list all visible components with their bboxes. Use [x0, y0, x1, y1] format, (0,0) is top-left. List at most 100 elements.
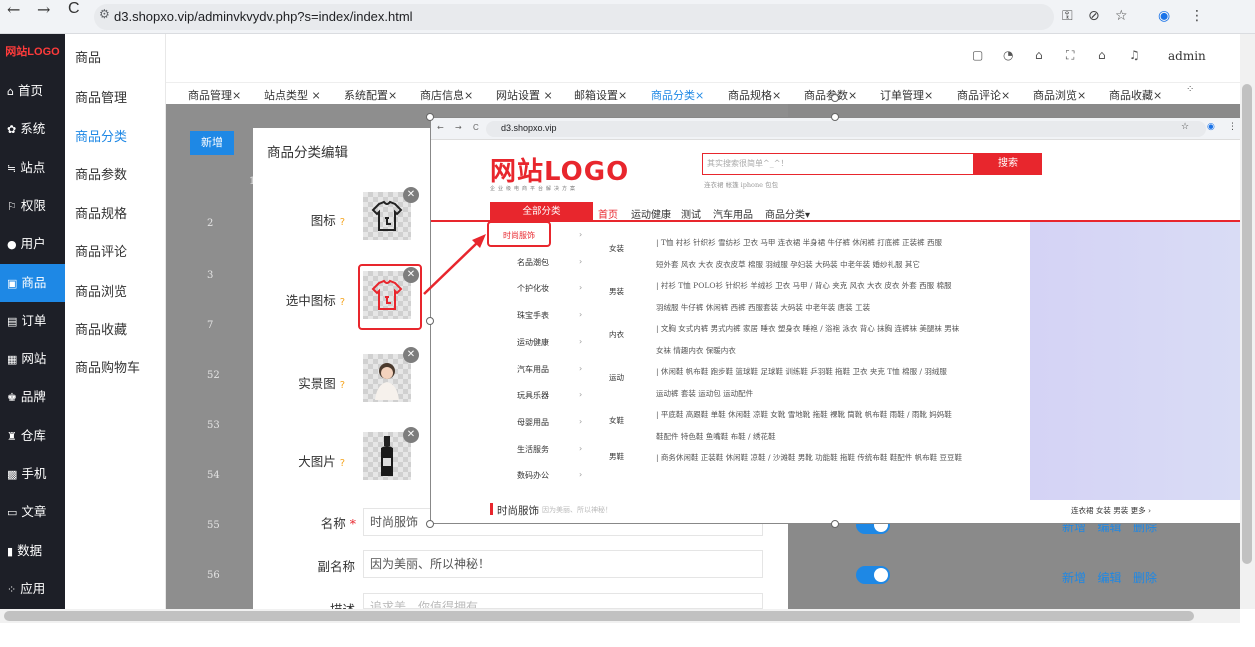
- tab-item[interactable]: 站点类型 ×: [264, 87, 321, 103]
- tab-item[interactable]: 商品管理×: [188, 87, 241, 103]
- subname-field[interactable]: 因为美丽、所以神秘！: [363, 550, 763, 578]
- site-logo: 网站LOGO: [5, 46, 60, 58]
- sidebar-item-icon: ▩: [7, 468, 18, 481]
- site-info-icon[interactable]: ⚙: [99, 7, 110, 21]
- resize-handle[interactable]: [426, 520, 434, 528]
- inner-profile-icon: ◉: [1207, 122, 1215, 132]
- row-number: 7: [207, 320, 214, 331]
- tab-item[interactable]: 邮箱设置×: [574, 87, 627, 103]
- edit-link[interactable]: 编辑: [1097, 571, 1121, 585]
- enable-toggle[interactable]: [856, 566, 890, 584]
- header-icon[interactable]: ♫: [1129, 48, 1140, 62]
- profile-icon[interactable]: ◉: [1158, 8, 1170, 24]
- sidebar-item-10[interactable]: ▩ 手机: [0, 455, 65, 493]
- sidebar-item-label: 仓库: [20, 427, 46, 443]
- header-icon[interactable]: ▢: [972, 48, 983, 62]
- rotate-handle[interactable]: [831, 94, 839, 102]
- submenu-item[interactable]: 商品规格: [75, 203, 127, 222]
- remove-icon[interactable]: ✕: [403, 267, 419, 283]
- star-icon[interactable]: ☆: [1115, 8, 1128, 24]
- submenu-item[interactable]: 商品购物车: [75, 357, 140, 376]
- remove-icon[interactable]: ✕: [403, 427, 419, 443]
- eye-off-icon[interactable]: ⊘: [1088, 8, 1100, 24]
- submenu-item[interactable]: 商品参数: [75, 164, 127, 183]
- tabs-more-icon[interactable]: ⁘: [1186, 84, 1194, 95]
- desc-field[interactable]: 追求美，你值得拥有: [363, 593, 763, 609]
- sidebar-item-0[interactable]: ⌂ 首页: [0, 72, 65, 110]
- sidebar-item-9[interactable]: ♜ 仓库: [0, 417, 65, 455]
- tab-item[interactable]: 商品浏览×: [1033, 87, 1086, 103]
- model-photo: [375, 363, 399, 400]
- tab-item[interactable]: 商品分类×: [651, 87, 704, 103]
- chevron-right-icon: ›: [579, 363, 583, 373]
- user-name[interactable]: admin: [1168, 49, 1206, 63]
- row-number: 52: [207, 370, 220, 381]
- sidebar-item-11[interactable]: ▭ 文章: [0, 493, 65, 531]
- inner-forward-icon: →: [455, 123, 462, 132]
- sidebar-item-2[interactable]: ≒ 站点: [0, 149, 65, 187]
- resize-handle[interactable]: [831, 113, 839, 121]
- sidebar-item-icon: ♚: [7, 391, 17, 405]
- sidebar-item-label: 网站: [21, 351, 47, 367]
- real-image-upload[interactable]: [363, 354, 411, 402]
- header-icon[interactable]: ⌂: [1035, 48, 1043, 62]
- header-icon[interactable]: ⌂: [1098, 48, 1106, 62]
- vertical-scroll-thumb[interactable]: [1242, 84, 1252, 564]
- sidebar-item-8[interactable]: ♚ 品牌: [0, 378, 65, 416]
- sidebar-item-6[interactable]: ▤ 订单: [0, 302, 65, 340]
- header-icon[interactable]: ◔: [1003, 48, 1013, 62]
- sidebar-item-icon: ⚒: [7, 621, 17, 635]
- horizontal-scroll-thumb[interactable]: [4, 611, 1194, 621]
- help-icon[interactable]: ?: [340, 458, 345, 469]
- menu-icon[interactable]: ⋮: [1190, 8, 1204, 24]
- add-link[interactable]: 新增: [1062, 571, 1086, 585]
- storefront-nav-item: 商品分类▾: [765, 210, 811, 221]
- row-number: 56: [207, 570, 220, 581]
- sidebar-item-13[interactable]: ⁘ 应用: [0, 570, 65, 608]
- row-number: 54: [207, 470, 220, 481]
- submenu-item[interactable]: 商品浏览: [75, 281, 127, 300]
- sidebar-item-label: 用户: [20, 236, 46, 252]
- storefront-category-item: 汽车用品: [517, 364, 549, 374]
- storefront-nav-item: 运动健康: [631, 210, 671, 221]
- tab-item[interactable]: 商品评论×: [957, 87, 1010, 103]
- resize-handle[interactable]: [426, 317, 434, 325]
- header-icon[interactable]: ⛶: [1066, 48, 1074, 63]
- forward-icon[interactable]: →: [37, 0, 50, 19]
- sidebar-item-12[interactable]: ▮ 数据: [0, 532, 65, 570]
- sidebar-item-3[interactable]: ⚐ 权限: [0, 187, 65, 225]
- sidebar-item-1[interactable]: ✿ 系统: [0, 110, 65, 148]
- tab-item[interactable]: 网站设置 ×: [496, 87, 553, 103]
- inner-reload-icon: C: [473, 123, 479, 132]
- submenu-item[interactable]: 商品收藏: [75, 319, 127, 338]
- help-icon[interactable]: ?: [340, 297, 345, 308]
- sidebar-item-icon: ✿: [7, 123, 17, 137]
- storefront-hot-words: 连衣裙 帐篷 iphone 包包: [704, 181, 779, 189]
- submenu-item[interactable]: 商品分类: [75, 126, 127, 145]
- key-icon[interactable]: ⚿: [1062, 8, 1073, 24]
- submenu-item[interactable]: 商品评论: [75, 241, 127, 260]
- tab-item[interactable]: 订单管理×: [880, 87, 933, 103]
- add-button[interactable]: 新增: [190, 131, 234, 155]
- sidebar-item-5[interactable]: ▣ 商品: [0, 263, 65, 302]
- submenu-item[interactable]: 商品管理: [75, 87, 127, 106]
- delete-link[interactable]: 删除: [1133, 571, 1157, 585]
- help-icon[interactable]: ?: [340, 217, 345, 228]
- tab-item[interactable]: 商品规格×: [728, 87, 781, 103]
- help-icon[interactable]: ?: [340, 380, 345, 391]
- sidebar-item-4[interactable]: ● 用户: [0, 225, 65, 263]
- back-icon[interactable]: ←: [7, 0, 20, 19]
- remove-icon[interactable]: ✕: [403, 187, 419, 203]
- category-group-links: 羽绒服 牛仔裤 休闲裤 西裤 西服套装 大码装 中老年装 唐装 工装: [656, 303, 871, 312]
- sidebar-item-7[interactable]: ▦ 网站: [0, 340, 65, 378]
- storefront-category-item: 运动健康: [517, 337, 549, 347]
- reload-icon[interactable]: C: [68, 0, 80, 18]
- tab-item[interactable]: 商店信息×: [420, 87, 473, 103]
- resize-handle[interactable]: [831, 520, 839, 528]
- row-number: 55: [207, 520, 220, 531]
- tab-item[interactable]: 系统配置×: [344, 87, 397, 103]
- tab-item[interactable]: 商品收藏×: [1109, 87, 1162, 103]
- remove-icon[interactable]: ✕: [403, 347, 419, 363]
- highlight-arrow: [423, 234, 486, 295]
- resize-handle[interactable]: [426, 113, 434, 121]
